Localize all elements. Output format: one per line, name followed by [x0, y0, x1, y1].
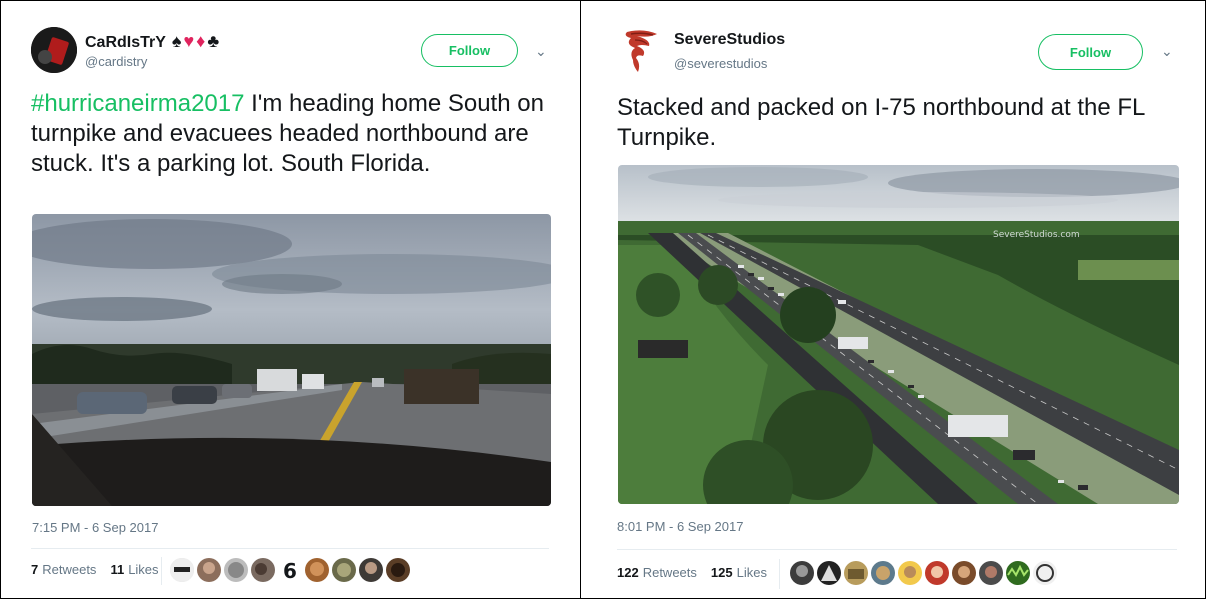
liker-avatar[interactable]	[1033, 561, 1057, 585]
liker-avatar[interactable]	[871, 561, 895, 585]
liker-avatar[interactable]	[979, 561, 1003, 585]
timestamp[interactable]: 7:15 PM - 6 Sep 2017	[32, 520, 158, 535]
liker-avatar[interactable]	[898, 561, 922, 585]
likes-count: 11	[110, 562, 125, 577]
tornado-logo-icon	[625, 30, 657, 72]
liker-avatar[interactable]	[332, 558, 356, 582]
likes-count: 125	[710, 565, 733, 580]
retweets-count: 122	[617, 565, 639, 580]
follow-button[interactable]: Follow	[421, 34, 518, 67]
suits-emoji: ♠♥♦♣	[171, 31, 222, 51]
liker-avatar[interactable]	[844, 561, 868, 585]
stats-separator	[161, 557, 162, 585]
liker-avatar[interactable]	[790, 561, 814, 585]
hashtag-link[interactable]: #hurricaneirma2017	[31, 90, 244, 117]
likes-stat[interactable]: 11 Likes	[110, 562, 158, 577]
retweets-count: 7	[31, 562, 39, 577]
chevron-down-icon[interactable]: ⌄	[535, 43, 547, 60]
handle[interactable]: @cardistry	[85, 54, 147, 69]
likers-avatars	[790, 561, 1057, 585]
liker-avatar[interactable]	[170, 558, 194, 582]
liker-avatar[interactable]	[817, 561, 841, 585]
tweet-cardistry: CaRdIsTrY ♠♥♦♣ @cardistry Follow ⌄ #hurri…	[1, 1, 581, 598]
tweet-text: #hurricaneirma2017 I'm heading home Sout…	[31, 89, 561, 179]
liker-avatar[interactable]: 6	[278, 558, 302, 582]
liker-avatar[interactable]	[251, 558, 275, 582]
stats-separator	[779, 559, 780, 589]
retweets-stat[interactable]: 122 Retweets	[617, 565, 697, 580]
timestamp[interactable]: 8:01 PM - 6 Sep 2017	[617, 519, 743, 534]
chevron-down-icon[interactable]: ⌄	[1161, 43, 1173, 60]
aerial-highway-photo: SevereStudios.com	[618, 165, 1179, 504]
tweet-comparison: CaRdIsTrY ♠♥♦♣ @cardistry Follow ⌄ #hurri…	[0, 0, 1206, 599]
avatar[interactable]	[31, 27, 77, 73]
liker-avatar[interactable]	[1006, 561, 1030, 585]
avatar[interactable]	[623, 28, 661, 76]
display-name[interactable]: CaRdIsTrY ♠♥♦♣	[85, 31, 221, 52]
handle[interactable]: @severestudios	[674, 56, 767, 71]
liker-avatar[interactable]	[305, 558, 329, 582]
avatar-image	[31, 27, 77, 73]
display-name-text: CaRdIsTrY	[85, 34, 166, 51]
engagement-stats: 7 Retweets 11 Likes	[31, 562, 159, 577]
highway-photo	[32, 214, 551, 506]
likers-avatars: 6	[170, 558, 410, 582]
liker-avatar[interactable]	[925, 561, 949, 585]
follow-button[interactable]: Follow	[1038, 34, 1143, 70]
tweet-severestudios: SevereStudios @severestudios Follow ⌄ St…	[581, 1, 1205, 598]
liker-avatar[interactable]	[386, 558, 410, 582]
retweets-label: Retweets	[642, 565, 697, 580]
tweet-text: Stacked and packed on I-75 northbound at…	[617, 94, 1145, 151]
engagement-stats: 122 Retweets 125 Likes	[617, 565, 767, 580]
likes-label: Likes	[736, 565, 767, 580]
display-name[interactable]: SevereStudios	[674, 31, 785, 49]
divider	[617, 549, 1177, 550]
divider	[31, 548, 549, 549]
tweet-photo[interactable]	[32, 214, 551, 506]
liker-avatar[interactable]	[952, 561, 976, 585]
retweets-label: Retweets	[42, 562, 97, 577]
svg-text:6: 6	[283, 559, 297, 582]
liker-avatar[interactable]	[224, 558, 248, 582]
tweet-photo[interactable]: SevereStudios.com	[618, 165, 1179, 504]
media-watermark: SevereStudios.com	[993, 230, 1080, 240]
liker-avatar[interactable]	[359, 558, 383, 582]
retweets-stat[interactable]: 7 Retweets	[31, 562, 96, 577]
liker-avatar[interactable]	[197, 558, 221, 582]
likes-label: Likes	[128, 562, 159, 577]
likes-stat[interactable]: 125 Likes	[711, 565, 767, 580]
